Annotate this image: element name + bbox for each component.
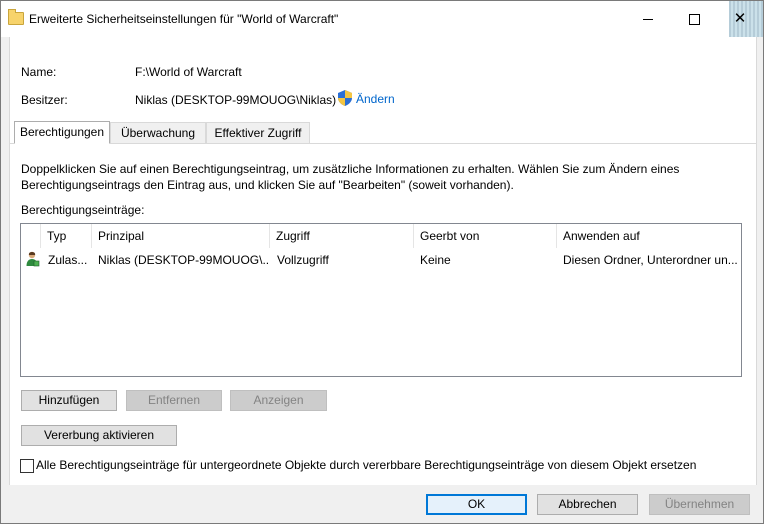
security-dialog: Erweiterte Sicherheitseinstellungen für …	[0, 0, 764, 524]
cancel-button[interactable]: Abbrechen	[537, 494, 638, 515]
row-inherited: Keine	[420, 253, 451, 267]
uac-shield-icon	[338, 90, 352, 106]
change-owner-link[interactable]: Ändern	[356, 92, 395, 106]
close-button[interactable]: ✕	[717, 1, 763, 37]
owner-label: Besitzer:	[21, 93, 68, 107]
minimize-icon	[643, 19, 653, 20]
replace-child-permissions-label: Alle Berechtigungseinträge für untergeor…	[36, 458, 697, 472]
replace-child-permissions-checkbox[interactable]	[20, 459, 34, 473]
column-header-icon	[21, 224, 41, 248]
owner-value: Niklas (DESKTOP-99MOUOG\Niklas)	[135, 93, 337, 107]
dialog-content: Name: F:\World of Warcraft Besitzer: Nik…	[9, 37, 757, 486]
title-bar[interactable]: Erweiterte Sicherheitseinstellungen für …	[1, 1, 763, 37]
apply-button[interactable]: Übernehmen	[649, 494, 750, 515]
column-header-type[interactable]: Typ	[41, 224, 92, 248]
row-type: Zulas...	[48, 253, 88, 267]
permission-entries-list[interactable]: Typ Prinzipal Zugriff Geerbt von Anwende…	[20, 223, 742, 377]
tab-panel-divider	[10, 143, 756, 144]
add-button[interactable]: Hinzufügen	[21, 390, 117, 411]
tab-auditing[interactable]: Überwachung	[110, 122, 206, 144]
folder-icon	[8, 9, 24, 25]
column-header-applies[interactable]: Anwenden auf	[557, 224, 740, 248]
ok-button[interactable]: OK	[426, 494, 527, 515]
name-label: Name:	[21, 65, 57, 79]
column-header-principal[interactable]: Prinzipal	[92, 224, 270, 248]
description-text: Doppelklicken Sie auf einen Berechtigung…	[21, 162, 680, 192]
maximize-button[interactable]	[671, 1, 717, 37]
tab-effective-access[interactable]: Effektiver Zugriff	[206, 122, 310, 144]
maximize-icon	[689, 14, 700, 25]
column-header-inherited[interactable]: Geerbt von	[414, 224, 557, 248]
window-title: Erweiterte Sicherheitseinstellungen für …	[29, 12, 339, 26]
remove-button[interactable]: Entfernen	[126, 390, 222, 411]
column-header-access[interactable]: Zugriff	[270, 224, 414, 248]
row-applies: Diesen Ordner, Unterordner un...	[563, 253, 738, 267]
entries-label: Berechtigungseinträge:	[21, 203, 145, 217]
view-button[interactable]: Anzeigen	[230, 390, 327, 411]
close-icon: ✕	[733, 10, 747, 27]
row-access: Vollzugriff	[277, 253, 329, 267]
name-value: F:\World of Warcraft	[135, 65, 242, 79]
user-icon	[26, 251, 40, 267]
minimize-button[interactable]	[625, 1, 671, 37]
row-principal: Niklas (DESKTOP-99MOUOG\...	[98, 253, 270, 267]
tab-permissions[interactable]: Berechtigungen	[14, 121, 110, 144]
enable-inheritance-button[interactable]: Vererbung aktivieren	[21, 425, 177, 446]
dialog-footer: OK Abbrechen Übernehmen	[1, 485, 763, 523]
